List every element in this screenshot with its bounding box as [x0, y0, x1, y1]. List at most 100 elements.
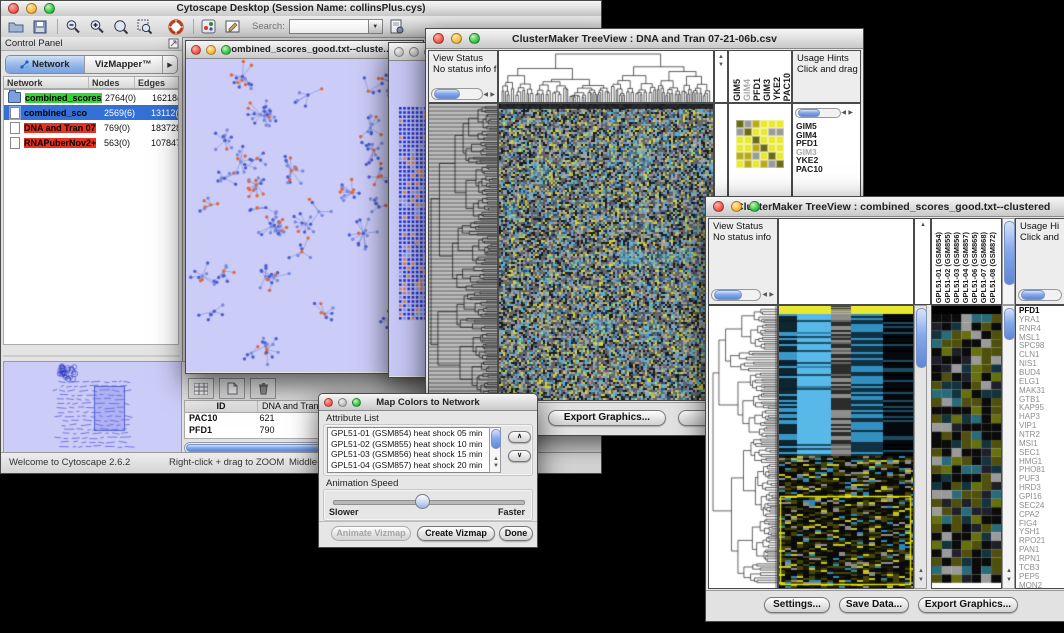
scrollbar-thumb[interactable] [491, 429, 501, 449]
col-edges[interactable]: Edges [135, 77, 178, 88]
heatmap-canvas[interactable] [779, 306, 913, 588]
annotation-icon[interactable] [223, 18, 242, 35]
scroll-down-icon[interactable]: ▼ [493, 463, 499, 469]
plugin-icon[interactable] [199, 18, 218, 35]
scroll-left-icon[interactable]: ◀ [483, 92, 488, 98]
minimize-button[interactable] [731, 201, 742, 212]
gene-label[interactable]: MON2 [1019, 582, 1045, 589]
attr-col-id[interactable]: ID [185, 401, 258, 412]
tab-network[interactable]: Network [6, 56, 84, 73]
export-graphics-button[interactable]: Export Graphics... [918, 597, 1018, 613]
scrollbar-thumb[interactable] [434, 89, 460, 99]
scrollbar-thumb[interactable] [714, 290, 742, 300]
panel-splitter[interactable] [3, 355, 180, 357]
attribute-list-item[interactable]: GPL51-04 (GSM857) heat shock 20 min [328, 460, 490, 471]
scroll-right-icon[interactable]: ▶ [848, 110, 853, 116]
column-tree-area[interactable] [778, 218, 914, 305]
minimize-button[interactable] [206, 45, 216, 55]
network-list-row[interactable]: combined_scores 2764(0) 16218(0) [4, 90, 178, 105]
doc-settings-icon[interactable] [388, 18, 407, 35]
scroll-up-icon[interactable]: ▲ [920, 222, 926, 228]
done-button[interactable]: Done [499, 526, 533, 541]
network-overview-canvas[interactable] [3, 361, 182, 455]
attribute-list[interactable]: GPL51-01 (GSM854) heat shock 05 minGPL51… [327, 427, 491, 473]
network-canvas[interactable] [186, 59, 421, 372]
zoom-window-button[interactable] [44, 3, 55, 14]
heatmap-v-scrollbar[interactable]: ▲ ▼ [914, 305, 927, 589]
scroll-up-icon[interactable]: ▲ [918, 568, 924, 574]
zoom-in-icon[interactable] [87, 18, 106, 35]
main-title-bar[interactable]: Cytoscape Desktop (Session Name: collins… [1, 1, 601, 17]
scroll-down-icon[interactable]: ▼ [718, 62, 724, 68]
scrollbar-thumb[interactable] [798, 109, 820, 117]
scrollbar-thumb[interactable] [1021, 290, 1045, 300]
mini-heatmap-canvas[interactable] [736, 120, 784, 168]
float-panel-icon[interactable] [168, 38, 179, 52]
scroll-up-icon[interactable]: ▲ [493, 456, 499, 462]
create-vizmap-button[interactable]: Create Vizmap [417, 526, 495, 541]
col-network[interactable]: Network [4, 77, 89, 88]
heatmap-column-label[interactable]: GIM4 [742, 79, 752, 101]
column-dendrogram-canvas[interactable] [499, 51, 713, 102]
labels-v-scrollbar[interactable] [1002, 218, 1015, 305]
zoom-window-button[interactable] [469, 33, 480, 44]
close-button[interactable] [394, 47, 404, 57]
zoom-selected-icon[interactable] [111, 18, 130, 35]
heatmap-column-label[interactable]: GPL51-01 (GSM854) [934, 232, 943, 303]
close-button[interactable] [191, 45, 201, 55]
zoom-window-button[interactable] [221, 45, 231, 55]
dialog-title-bar[interactable]: Map Colors to Network [319, 394, 537, 411]
scrollbar-thumb[interactable] [1004, 221, 1015, 285]
scrollbar-thumb[interactable] [1004, 308, 1015, 340]
heatmap-column-label[interactable]: GPL51-07 (GSM868) [979, 232, 988, 303]
tab-vizmapper[interactable]: VizMapper™ [84, 56, 163, 73]
attribute-list-item[interactable]: GPL51-01 (GSM854) heat shock 05 min [328, 428, 490, 439]
open-file-icon[interactable] [6, 18, 25, 35]
attribute-list-item[interactable]: GPL51-06 (GSM865) heat shock 40 min [328, 470, 490, 473]
zoom-heatmap-canvas[interactable] [932, 306, 1001, 588]
zoom-window-button[interactable] [749, 201, 760, 212]
network-list-row[interactable]: RNAPuberNov2+ 563(0) 107847(0) [4, 135, 178, 150]
heatmap-column-label[interactable]: GPL51-02 (GSM855) [943, 232, 952, 303]
zoom-window-button[interactable] [352, 398, 361, 407]
scroll-up-icon[interactable]: ▲ [718, 54, 724, 60]
heatmap-column-label[interactable]: GPL51-03 (GSM856) [952, 232, 961, 303]
close-button[interactable] [8, 3, 19, 14]
scroll-left-icon[interactable]: ◀ [841, 110, 846, 116]
zoom-fit-icon[interactable] [135, 18, 154, 35]
minimize-button[interactable] [338, 398, 347, 407]
row-dendrogram-canvas[interactable] [709, 306, 777, 588]
close-button[interactable] [713, 201, 724, 212]
speed-slider-thumb[interactable] [415, 494, 430, 509]
heatmap-row-label[interactable]: PAC10 [796, 165, 823, 174]
select-attributes-icon[interactable] [188, 378, 214, 399]
save-icon[interactable] [30, 18, 49, 35]
help-ring-icon[interactable] [166, 18, 185, 35]
delete-attribute-icon[interactable] [250, 378, 276, 399]
heatmap-column-label[interactable]: PFD1 [752, 78, 762, 101]
heatmap-column-label[interactable]: GPL51-06 (GSM865) [970, 232, 979, 303]
scroll-left-icon[interactable]: ◀ [762, 292, 767, 298]
scroll-right-icon[interactable]: ▶ [769, 292, 774, 298]
minimize-button[interactable] [409, 47, 419, 57]
tab-overflow-arrow-icon[interactable]: ▶ [162, 56, 177, 73]
save-data-button[interactable]: Save Data... [839, 597, 909, 613]
status-h-scrollbar[interactable] [431, 88, 483, 100]
settings-button[interactable]: Settings... [764, 597, 830, 613]
scroll-up-icon[interactable]: ▲ [1006, 568, 1012, 574]
treeview1-title-bar[interactable]: ClusterMaker TreeView : DNA and Tran 07-… [426, 29, 863, 49]
scroll-right-icon[interactable]: ▶ [490, 92, 495, 98]
attribute-list-item[interactable]: GPL51-02 (GSM855) heat shock 10 min [328, 439, 490, 450]
heatmap-canvas[interactable] [499, 104, 713, 400]
scrollbar-thumb[interactable] [916, 308, 927, 368]
network-list-row[interactable]: DNA and Tran 07 769(0) 183728(0) [4, 120, 178, 135]
list-v-scrollbar[interactable]: ▲ ▼ [489, 427, 501, 473]
minimize-button[interactable] [26, 3, 37, 14]
close-button[interactable] [433, 33, 444, 44]
search-input[interactable] [289, 19, 369, 34]
labels-h-scrollbar[interactable] [795, 108, 841, 118]
scroll-down-icon[interactable]: ▼ [1006, 577, 1012, 583]
zoom-out-icon[interactable] [63, 18, 82, 35]
scroll-down-icon[interactable]: ▼ [918, 577, 924, 583]
export-graphics-button[interactable]: Export Graphics... [548, 410, 666, 426]
